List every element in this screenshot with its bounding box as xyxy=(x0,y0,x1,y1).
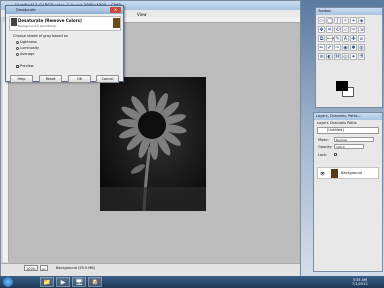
layers-dock: Layers, Channels, Paths... Layers Channe… xyxy=(313,112,383,272)
tool-icon[interactable]: ⚗ xyxy=(358,53,365,60)
tool-icon[interactable]: ✑ xyxy=(334,44,341,51)
tool-icon[interactable]: ✧ xyxy=(342,17,349,24)
tool-icon[interactable]: ✏ xyxy=(318,44,325,51)
tool-icon[interactable]: ◯ xyxy=(326,17,333,24)
tool-icon[interactable]: ◎ xyxy=(342,53,349,60)
dialog-header-title: Desaturate (Remove Colors) xyxy=(18,18,82,23)
tool-icon[interactable]: ✥ xyxy=(318,26,325,33)
tool-icon[interactable]: ⟲ xyxy=(334,26,341,33)
tool-icon[interactable]: ʃ xyxy=(334,17,341,24)
dialog-title: Desaturate xyxy=(16,8,36,12)
tool-icon[interactable]: ⇲ xyxy=(358,26,365,33)
taskbar-app-media[interactable]: ▶ xyxy=(56,277,70,287)
tool-icon[interactable]: ✱ xyxy=(350,44,357,51)
lock-pixels-checkbox[interactable] xyxy=(334,153,337,156)
layers-tabs[interactable]: Layers Channels Paths xyxy=(317,121,357,125)
tool-icon[interactable]: ✐ xyxy=(326,44,333,51)
layers-title: Layers, Channels, Paths... xyxy=(316,114,362,118)
layer-name: Background xyxy=(341,171,362,175)
tool-icon[interactable]: ⧉ xyxy=(318,35,325,42)
dialog-header-subtitle: Background-5 ([Untitled]) xyxy=(18,24,57,28)
unit-selector[interactable]: px xyxy=(40,265,48,271)
eye-icon[interactable]: 👁 xyxy=(320,171,325,176)
desaturate-dialog: Desaturate ✕ Desaturate (Remove Colors) … xyxy=(5,5,124,83)
status-text: Background (55.9 MB) xyxy=(56,266,96,270)
tool-icon[interactable]: ◈ xyxy=(358,17,365,24)
start-button[interactable] xyxy=(3,277,13,287)
help-button[interactable]: Help xyxy=(10,75,33,83)
lock-label: Lock: xyxy=(318,153,328,157)
layer-thumbnail xyxy=(113,18,120,28)
preview-label: Preview xyxy=(20,64,34,68)
radio-label: Lightness xyxy=(20,40,37,44)
tool-icon[interactable]: ✦ xyxy=(350,53,357,60)
mode-label: Mode: xyxy=(318,138,329,142)
tool-icon[interactable]: ⊚ xyxy=(318,53,325,60)
mode-dropdown[interactable]: Normal xyxy=(334,137,374,142)
close-icon[interactable]: ✕ xyxy=(110,7,121,13)
tool-icon[interactable]: ✚ xyxy=(350,35,357,42)
radio-average[interactable]: Average xyxy=(16,52,34,56)
clock[interactable]: 3:35 AM 7/1/2012 xyxy=(352,278,368,286)
radio-button[interactable] xyxy=(16,40,19,44)
clock-date: 7/1/2012 xyxy=(352,282,368,286)
reset-button[interactable]: Reset xyxy=(39,75,62,83)
tool-icon[interactable]: ▱ xyxy=(342,26,349,33)
tool-icon[interactable]: A xyxy=(342,35,349,42)
desaturate-icon xyxy=(11,18,17,26)
tool-icon[interactable]: ⌖ xyxy=(350,17,357,24)
ok-button[interactable]: OK xyxy=(68,75,91,83)
shade-section-label: Choose shade of gray based on xyxy=(13,34,69,38)
radio-lightness[interactable]: Lightness xyxy=(16,40,37,44)
tool-icon[interactable]: ✂ xyxy=(350,26,357,33)
zoom-field[interactable]: 100% xyxy=(24,265,38,271)
foreground-color-swatch[interactable] xyxy=(336,81,348,91)
tool-icon[interactable]: ✎ xyxy=(334,35,341,42)
radio-luminosity[interactable]: Luminosity xyxy=(16,46,39,50)
taskbar-app-gimp[interactable]: 🐶 xyxy=(88,277,102,287)
taskbar-app-desktop[interactable]: 🖥 xyxy=(72,277,86,287)
preview-checkbox[interactable]: ✓Preview xyxy=(16,64,34,68)
toolbox-title: Toolbox xyxy=(318,9,332,13)
layer-thumbnail xyxy=(331,169,338,178)
radio-button[interactable] xyxy=(16,52,19,56)
opacity-field[interactable]: 100.0 xyxy=(334,144,364,149)
sunflower-image[interactable] xyxy=(100,77,206,211)
image-selector[interactable]: [Untitled] xyxy=(317,127,379,134)
radio-label: Average xyxy=(20,52,35,56)
radio-button[interactable] xyxy=(16,46,19,50)
opacity-label: Opacity: xyxy=(318,145,333,149)
tool-icon[interactable]: ◐ xyxy=(326,53,333,60)
tool-icon[interactable]: ◉ xyxy=(342,44,349,51)
radio-label: Luminosity xyxy=(20,46,40,50)
tool-icon[interactable]: ◍ xyxy=(358,44,365,51)
tool-icon[interactable]: ⌀ xyxy=(358,35,365,42)
cancel-button[interactable]: Cancel xyxy=(96,75,119,83)
tool-icon[interactable]: ▭ xyxy=(318,17,325,24)
taskbar-app-explorer[interactable]: 📁 xyxy=(40,277,54,287)
checkbox[interactable]: ✓ xyxy=(16,64,20,68)
tool-icon[interactable]: ⟷ xyxy=(326,35,334,42)
tool-icon[interactable]: ⌘ xyxy=(334,53,341,60)
tool-icon[interactable]: ⌗ xyxy=(326,26,333,33)
